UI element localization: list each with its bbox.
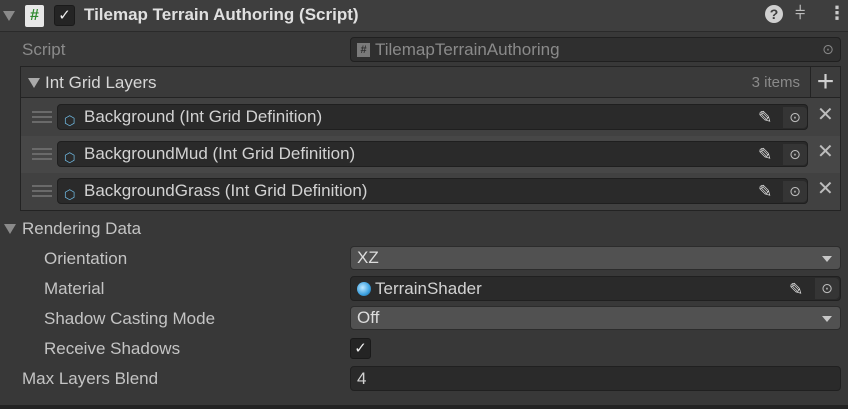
script-label: Script [22, 40, 66, 59]
dropdown-caret-icon [822, 316, 832, 322]
material-value: TerrainShader [375, 279, 482, 298]
help-icon[interactable]: ? [765, 5, 783, 23]
drag-handle-icon[interactable] [32, 148, 52, 160]
script-field[interactable]: # TilemapTerrainAuthoring ⊙ [350, 37, 841, 62]
object-picker-icon[interactable]: ⊙ [815, 278, 839, 299]
list-title: Int Grid Layers [45, 73, 157, 92]
shadow-casting-value: Off [357, 308, 380, 327]
component-title: Tilemap Terrain Authoring (Script) [84, 5, 359, 24]
orientation-dropdown[interactable]: XZ [350, 246, 841, 270]
drag-handle-icon[interactable] [32, 185, 52, 197]
object-picker-icon[interactable]: ⊙ [816, 39, 840, 60]
orientation-value: XZ [357, 248, 379, 267]
remove-item-icon[interactable]: ✕ [817, 139, 834, 164]
object-field[interactable]: ⬡ BackgroundMud (Int Grid Definition) ✎ … [57, 141, 808, 167]
script-icon: # [25, 5, 44, 27]
script-file-icon: # [357, 43, 370, 57]
edit-pencil-icon[interactable]: ✎ [758, 180, 772, 204]
material-field[interactable]: TerrainShader ✎ ⊙ [350, 276, 841, 301]
receive-shadows-label: Receive Shadows [44, 339, 181, 358]
edit-pencil-icon[interactable]: ✎ [758, 106, 772, 130]
edit-pencil-icon[interactable]: ✎ [758, 143, 772, 167]
max-layers-label: Max Layers Blend [22, 369, 159, 388]
list-item: ⬡ Background (Int Grid Definition) ✎ ⊙ ✕ [21, 99, 840, 136]
rendering-data-label[interactable]: Rendering Data [22, 219, 141, 239]
asset-icon: ⬡ [64, 187, 76, 202]
component-enabled-checkbox[interactable]: ✓ [54, 5, 75, 26]
item-label: BackgroundMud (Int Grid Definition) [84, 144, 356, 163]
asset-icon: ⬡ [64, 113, 76, 128]
object-field[interactable]: ⬡ BackgroundGrass (Int Grid Definition) … [57, 178, 808, 204]
material-icon [357, 282, 371, 296]
object-field[interactable]: ⬡ Background (Int Grid Definition) ✎ ⊙ [57, 104, 808, 130]
list-item: ⬡ BackgroundGrass (Int Grid Definition) … [21, 173, 840, 210]
list-foldout-icon[interactable] [28, 78, 40, 88]
list-header[interactable]: Int Grid Layers 3 items [20, 66, 811, 98]
more-options-icon[interactable]: ⋮ [828, 3, 846, 24]
add-item-button[interactable]: + [810, 66, 841, 98]
item-label: BackgroundGrass (Int Grid Definition) [84, 181, 368, 200]
remove-item-icon[interactable]: ✕ [817, 176, 834, 201]
receive-shadows-checkbox[interactable]: ✓ [350, 338, 371, 359]
material-label: Material [44, 279, 105, 298]
rendering-foldout-icon[interactable] [4, 224, 16, 234]
object-picker-icon[interactable]: ⊙ [783, 107, 807, 128]
remove-item-icon[interactable]: ✕ [817, 102, 834, 127]
object-picker-icon[interactable]: ⊙ [783, 144, 807, 165]
edit-pencil-icon[interactable]: ✎ [789, 278, 803, 301]
shadow-casting-dropdown[interactable]: Off [350, 306, 841, 330]
list-item: ⬡ BackgroundMud (Int Grid Definition) ✎ … [21, 136, 840, 173]
bottom-divider [0, 405, 848, 409]
shadow-casting-label: Shadow Casting Mode [44, 309, 216, 328]
presets-icon[interactable]: ⫩ [795, 3, 805, 24]
object-picker-icon[interactable]: ⊙ [783, 181, 807, 202]
list-count: 3 items [751, 74, 800, 91]
max-layers-input[interactable]: 4 [350, 366, 841, 391]
drag-handle-icon[interactable] [32, 111, 52, 123]
orientation-label: Orientation [44, 249, 128, 268]
foldout-arrow-icon[interactable] [3, 11, 15, 21]
asset-icon: ⬡ [64, 150, 76, 165]
dropdown-caret-icon [822, 256, 832, 262]
script-value: TilemapTerrainAuthoring [375, 40, 560, 59]
item-label: Background (Int Grid Definition) [84, 107, 323, 126]
